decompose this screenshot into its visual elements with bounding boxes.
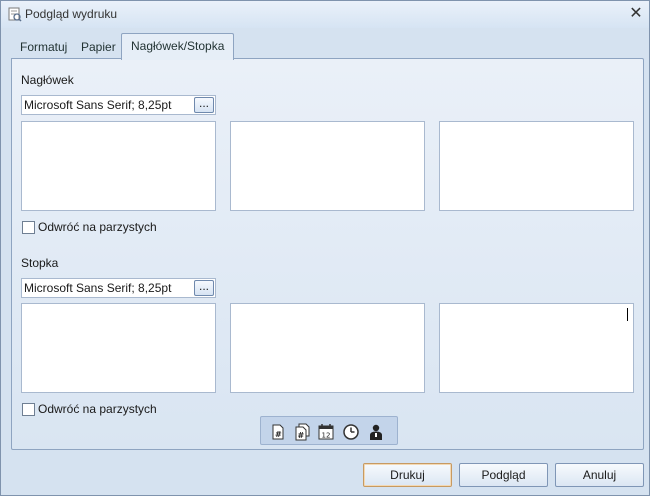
tab-panel: Nagłówek Microsoft Sans Serif; 8,25pt ..…	[11, 58, 644, 450]
footer-mirror-label[interactable]: Odwróć na parzystych	[38, 402, 157, 416]
time-icon[interactable]	[342, 423, 360, 441]
preview-button[interactable]: Podgląd	[459, 463, 548, 487]
close-button[interactable]: ✕	[627, 5, 645, 23]
window-title: Podgląd wydruku	[25, 7, 118, 21]
header-right-textbox[interactable]	[439, 121, 634, 211]
footer-center-textbox[interactable]	[230, 303, 425, 393]
title-bar: Podgląd wydruku ✕	[1, 1, 649, 28]
text-caret	[627, 308, 628, 321]
page-count-icon[interactable]: #	[293, 423, 311, 441]
cancel-button[interactable]: Anuluj	[555, 463, 644, 487]
footer-font-button[interactable]: ...	[194, 280, 214, 296]
tab-papier[interactable]: Papier	[72, 37, 125, 59]
tab-naglowek-stopka[interactable]: Nagłówek/Stopka	[121, 33, 235, 60]
header-section-label: Nagłówek	[21, 73, 74, 87]
print-preview-dialog: Podgląd wydruku ✕ Formatuj Papier Nagłów…	[0, 0, 650, 496]
tab-formatuj[interactable]: Formatuj	[11, 37, 76, 59]
header-left-textbox[interactable]	[21, 121, 216, 211]
footer-font-value: Microsoft Sans Serif; 8,25pt	[24, 281, 172, 295]
header-center-textbox[interactable]	[230, 121, 425, 211]
svg-text:#: #	[275, 430, 282, 439]
footer-left-textbox[interactable]	[21, 303, 216, 393]
header-font-button[interactable]: ...	[194, 97, 214, 113]
print-button[interactable]: Drukuj	[363, 463, 452, 487]
insert-field-toolbar: # # 12	[260, 416, 398, 445]
page-number-icon[interactable]: #	[269, 423, 287, 441]
footer-right-textbox[interactable]	[439, 303, 634, 393]
footer-font-field[interactable]: Microsoft Sans Serif; 8,25pt ...	[21, 278, 216, 298]
user-icon[interactable]	[367, 423, 385, 441]
footer-section-label: Stopka	[21, 256, 59, 270]
svg-text:#: #	[298, 431, 305, 440]
header-mirror-checkbox[interactable]	[22, 221, 35, 234]
tab-strip: Formatuj Papier Nagłówek/Stopka	[11, 33, 641, 60]
app-icon	[7, 7, 22, 22]
date-icon[interactable]: 12	[317, 423, 335, 441]
header-mirror-label[interactable]: Odwróć na parzystych	[38, 220, 157, 234]
footer-mirror-checkbox[interactable]	[22, 403, 35, 416]
header-font-field[interactable]: Microsoft Sans Serif; 8,25pt ...	[21, 95, 216, 115]
svg-text:12: 12	[322, 432, 331, 440]
header-font-value: Microsoft Sans Serif; 8,25pt	[24, 98, 172, 112]
